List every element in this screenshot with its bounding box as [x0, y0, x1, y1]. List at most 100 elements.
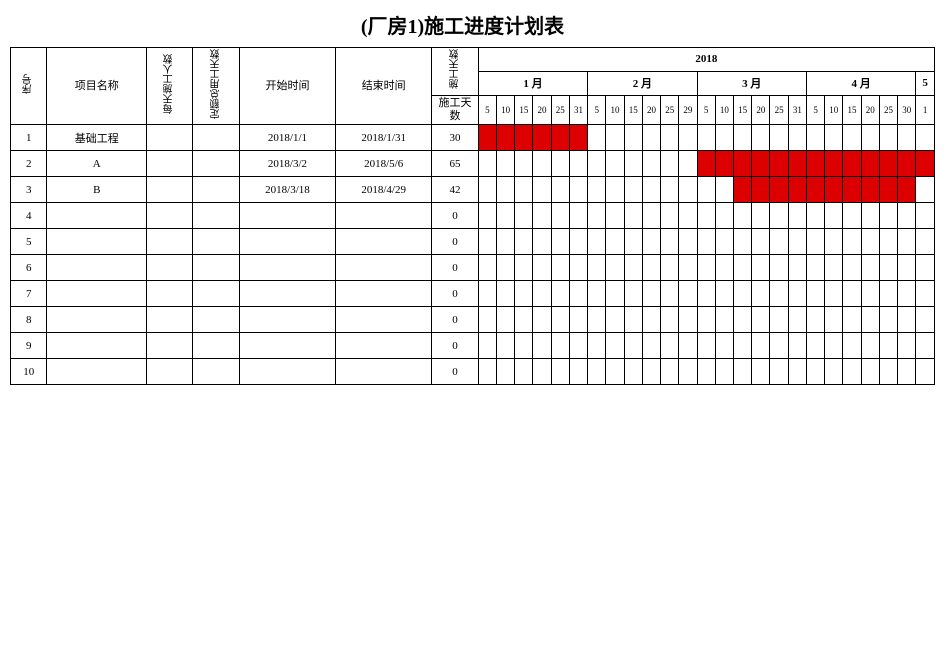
gantt-day-cell — [496, 281, 514, 307]
gantt-day-cell — [879, 307, 897, 333]
gantt-day-cell — [588, 177, 606, 203]
gantt-day-cell — [752, 333, 770, 359]
day-label: 20 — [533, 95, 551, 125]
total-label: 定额总用工天数 — [211, 49, 222, 119]
table-cell — [239, 307, 335, 333]
gantt-day-cell — [588, 125, 606, 151]
gantt-day-cell — [879, 229, 897, 255]
gantt-day-cell — [661, 203, 679, 229]
table-cell — [336, 255, 432, 281]
day-label: 5 — [588, 95, 606, 125]
gantt-day-cell — [496, 333, 514, 359]
gantt-day-cell — [916, 177, 935, 203]
gantt-day-cell — [642, 229, 660, 255]
gantt-day-cell — [715, 177, 733, 203]
table-cell — [47, 229, 147, 255]
gantt-day-cell — [606, 229, 624, 255]
gantt-day-cell — [606, 281, 624, 307]
gantt-day-cell — [515, 307, 533, 333]
gantt-day-cell — [734, 255, 752, 281]
gantt-day-cell — [825, 359, 843, 385]
table-cell — [147, 333, 193, 359]
table-cell — [193, 333, 239, 359]
page-title: (厂房1)施工进度计划表 — [10, 10, 935, 39]
gantt-day-cell — [770, 333, 788, 359]
gantt-day-cell — [551, 333, 569, 359]
gantt-day-cell — [697, 307, 715, 333]
gantt-day-cell — [788, 255, 806, 281]
gantt-day-cell — [898, 203, 916, 229]
day-label: 15 — [515, 95, 533, 125]
gantt-day-cell — [861, 151, 879, 177]
col-header-days: 施工天数 — [432, 48, 478, 96]
gantt-day-cell — [515, 203, 533, 229]
gantt-day-cell — [843, 333, 861, 359]
gantt-day-cell — [569, 281, 587, 307]
table-cell — [336, 281, 432, 307]
gantt-day-cell — [551, 125, 569, 151]
gantt-day-cell — [642, 255, 660, 281]
table-row: 100 — [11, 359, 935, 385]
gantt-day-cell — [715, 307, 733, 333]
table-cell — [193, 125, 239, 151]
day-label: 15 — [843, 95, 861, 125]
table-cell: 10 — [11, 359, 47, 385]
gantt-day-cell — [898, 229, 916, 255]
gantt-day-cell — [879, 125, 897, 151]
gantt-day-cell — [624, 229, 642, 255]
gantt-day-cell — [806, 203, 824, 229]
gantt-day-cell — [770, 151, 788, 177]
gantt-day-cell — [551, 203, 569, 229]
table-cell: 2018/3/18 — [239, 177, 335, 203]
gantt-day-cell — [697, 177, 715, 203]
gantt-day-cell — [569, 125, 587, 151]
gantt-day-cell — [679, 333, 697, 359]
table-row: 60 — [11, 255, 935, 281]
gantt-day-cell — [478, 125, 496, 151]
gantt-day-cell — [916, 307, 935, 333]
gantt-day-cell — [715, 125, 733, 151]
gantt-day-cell — [588, 281, 606, 307]
gantt-day-cell — [624, 255, 642, 281]
day-label: 5 — [697, 95, 715, 125]
table-cell — [336, 229, 432, 255]
gantt-day-cell — [916, 255, 935, 281]
days-col-label: 施工天数 — [432, 95, 478, 125]
table-cell — [147, 125, 193, 151]
gantt-day-cell — [843, 281, 861, 307]
gantt-day-cell — [752, 307, 770, 333]
gantt-day-cell — [588, 333, 606, 359]
gantt-day-cell — [770, 255, 788, 281]
table-cell: 1 — [11, 125, 47, 151]
gantt-day-cell — [661, 307, 679, 333]
gantt-day-cell — [496, 229, 514, 255]
day-label: 25 — [879, 95, 897, 125]
table-cell — [193, 203, 239, 229]
gantt-day-cell — [533, 203, 551, 229]
table-cell — [336, 307, 432, 333]
table-cell: 0 — [432, 203, 478, 229]
table-cell — [47, 307, 147, 333]
gantt-day-cell — [916, 333, 935, 359]
col-header-start: 开始时间 — [239, 48, 335, 125]
gantt-day-cell — [825, 229, 843, 255]
gantt-day-cell — [898, 307, 916, 333]
table-cell — [147, 307, 193, 333]
gantt-day-cell — [843, 359, 861, 385]
gantt-day-cell — [697, 281, 715, 307]
gantt-day-cell — [588, 359, 606, 385]
gantt-day-cell — [533, 229, 551, 255]
gantt-day-cell — [624, 281, 642, 307]
gantt-day-cell — [478, 333, 496, 359]
gantt-day-cell — [642, 307, 660, 333]
table-cell: 0 — [432, 281, 478, 307]
gantt-day-cell — [752, 359, 770, 385]
gantt-day-cell — [825, 255, 843, 281]
table-cell — [47, 255, 147, 281]
gantt-day-cell — [642, 281, 660, 307]
gantt-day-cell — [496, 255, 514, 281]
gantt-day-cell — [588, 307, 606, 333]
gantt-day-cell — [898, 125, 916, 151]
table-cell — [147, 203, 193, 229]
gantt-day-cell — [861, 203, 879, 229]
